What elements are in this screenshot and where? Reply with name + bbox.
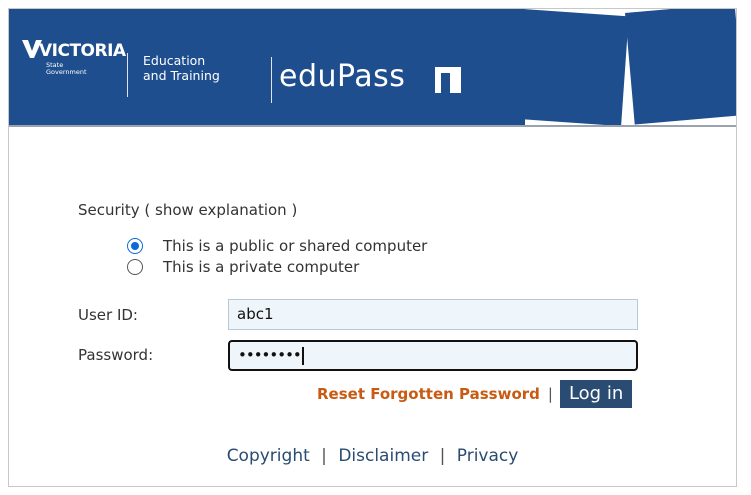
login-button[interactable]: Log in [559, 380, 633, 408]
victoria-wordmark: VICTORIA [39, 41, 126, 61]
footer-links: Copyright | Disclaimer | Privacy [9, 446, 736, 466]
radio-public-selected[interactable] [127, 238, 143, 254]
copyright-link[interactable]: Copyright [227, 446, 310, 466]
radio-option-private[interactable]: This is a private computer [127, 258, 359, 276]
user-id-value: abc1 [237, 305, 274, 323]
password-value: •••••••• [238, 346, 302, 364]
privacy-link[interactable]: Privacy [457, 446, 519, 466]
radio-private-unselected[interactable] [127, 259, 143, 275]
header-divider [271, 57, 272, 103]
product-name: eduPass [279, 59, 406, 94]
victoria-sub-line-2: Government [46, 68, 87, 76]
header-divider [127, 53, 128, 97]
security-label: Security ( [78, 201, 151, 219]
victoria-v-icon [22, 40, 42, 58]
header-banner: VICTORIA State Government Education and … [9, 9, 736, 127]
show-explanation-link[interactable]: show explanation [155, 201, 287, 219]
footer-separator: | [439, 446, 446, 466]
security-heading: Security ( show explanation ) [78, 201, 297, 219]
actions-separator: | [547, 385, 553, 403]
security-close-paren: ) [291, 201, 298, 219]
radio-option-public[interactable]: This is a public or shared computer [127, 237, 427, 255]
banner-bottom-line [9, 125, 736, 127]
password-input[interactable]: •••••••• [228, 340, 638, 371]
edupass-mark-icon [435, 67, 461, 93]
banner-decoration-square [515, 9, 629, 127]
radio-private-label[interactable]: This is a private computer [163, 258, 359, 276]
department-line-1: Education [143, 53, 206, 68]
form-actions: Reset Forgotten Password | Log in [317, 380, 633, 408]
victoria-government-logo: VICTORIA State Government [21, 40, 126, 76]
user-id-input[interactable]: abc1 [228, 299, 638, 330]
department-name: Education and Training [143, 53, 220, 83]
user-id-label: User ID: [78, 306, 138, 324]
department-line-2: and Training [143, 68, 220, 83]
footer-separator: | [321, 446, 327, 466]
disclaimer-link[interactable]: Disclaimer [338, 446, 428, 466]
banner-decoration-square [625, 9, 736, 125]
password-label: Password: [78, 346, 154, 364]
login-page-frame: VICTORIA State Government Education and … [8, 8, 737, 487]
reset-password-link[interactable]: Reset Forgotten Password [317, 385, 540, 403]
text-caret [301, 346, 304, 365]
radio-public-label[interactable]: This is a public or shared computer [163, 237, 427, 255]
